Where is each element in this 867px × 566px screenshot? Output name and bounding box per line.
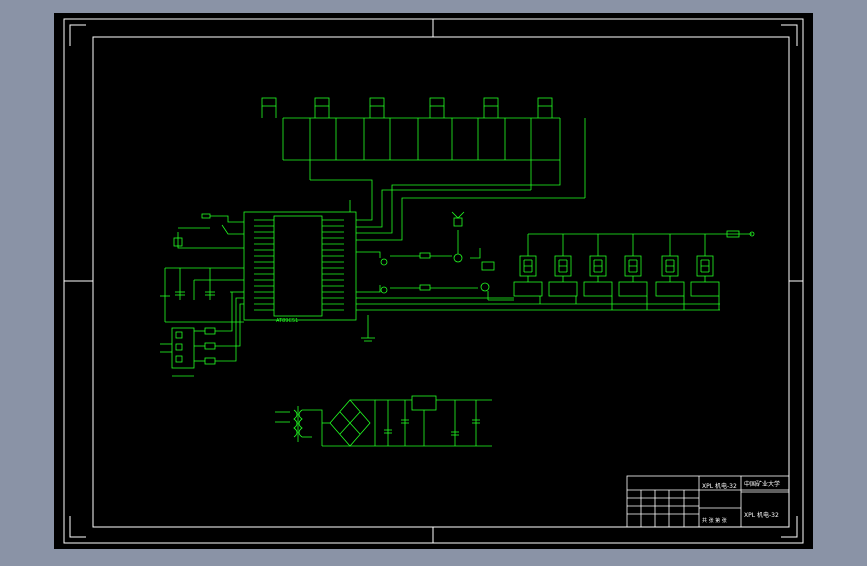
title-block-code-top: XPL 机电-32 [702, 482, 737, 490]
title-block-org: 中国矿业大学 [744, 480, 780, 488]
title-block-code-bottom: XPL 机电-32 [744, 511, 779, 519]
cad-viewport[interactable]: AT89C51 中国矿业大学 XPL 机电-32 XPL 机电-32 共 张 第… [0, 0, 867, 562]
mcu-part-label: AT89C51 [276, 318, 298, 324]
schematic-drawing: AT89C51 中国矿业大学 XPL 机电-32 XPL 机电-32 共 张 第… [54, 13, 813, 549]
title-block-sheet: 共 张 第 张 [702, 517, 727, 524]
drawing-sheet [54, 13, 813, 549]
